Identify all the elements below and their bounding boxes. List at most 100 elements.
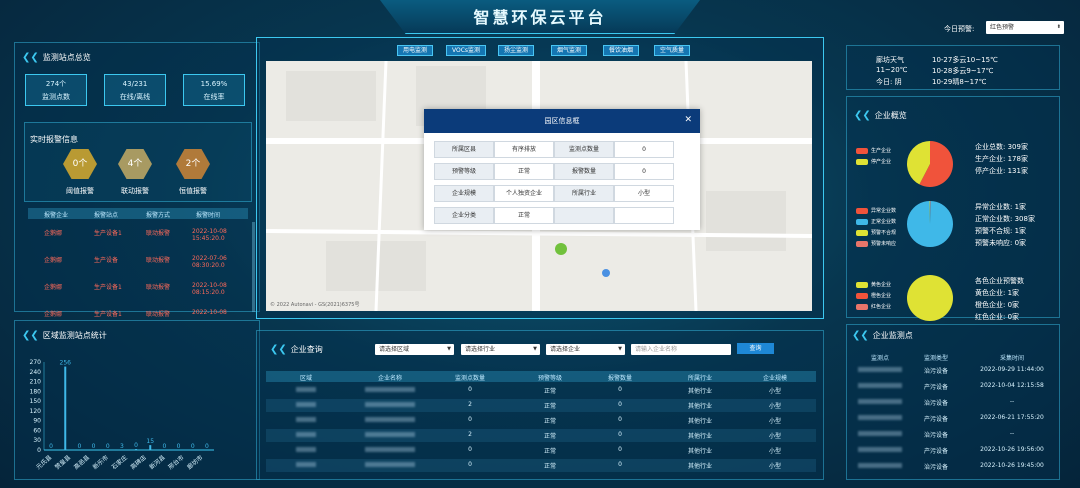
region-bar-chart: 030609012015018021024027002560 0 0 3 0150 0 0 0… (30, 359, 214, 471)
badge-threshold-label: 阈值报警 (66, 187, 94, 195)
alarm-col-site: 报警站点 (94, 212, 119, 219)
enterprise-stat: 异常企业数: 1家 (975, 203, 1027, 211)
alarm-time-date: 2022-10-08 (192, 282, 227, 289)
y-tick-label: 0 (37, 447, 41, 454)
query-cell: 正常 (543, 388, 557, 395)
enterprise-stat: 黄色企业: 1家 (975, 289, 1020, 297)
legend-swatch (856, 293, 868, 299)
alarm-col-company: 报警企业 (44, 212, 69, 219)
tab-dust[interactable]: 扬尘监测 (498, 45, 535, 56)
monitor-time: 2022-09-29 11:44:00 (980, 366, 1044, 373)
y-tick-label: 210 (30, 379, 42, 386)
region-select[interactable]: 请选择区域 ▼ (375, 344, 454, 355)
alarm-company: 企鹅娜 (44, 284, 63, 291)
query-cell: 其他行业 (687, 418, 713, 425)
table-row[interactable] (266, 444, 816, 457)
query-cell: 小型 (768, 388, 782, 395)
tab-air[interactable]: 空气质量 (654, 45, 691, 56)
stat-online-offline: 43/231 在线/离线 (104, 74, 166, 106)
bar-value-label: 0 (177, 443, 181, 450)
y-tick-label: 60 (33, 427, 41, 434)
query-col-header: 企业名称 (377, 375, 403, 382)
today-warning-select[interactable]: 红色预警 ⬍ (986, 21, 1064, 34)
map-marker-icon (555, 243, 567, 255)
modal-value: 正常 (494, 163, 554, 180)
bar-value-label: 0 (92, 443, 96, 450)
search-button[interactable]: 查询 (737, 343, 774, 354)
company-search-input[interactable]: 请输入企业名称 (631, 344, 731, 355)
table-row[interactable] (266, 429, 816, 442)
alarm-col-time: 报警时间 (196, 212, 221, 219)
monitor-time: 2022-10-26 19:45:00 (980, 462, 1044, 469)
legend-label: 异常企业数 (871, 208, 897, 214)
monitor-type: 治污设备 (923, 368, 949, 375)
query-cell: 其他行业 (687, 403, 713, 410)
alarm-time-date: 2022-10-08 (192, 228, 227, 235)
blurred-cell (365, 462, 415, 467)
tab-restaurant[interactable]: 餐饮油烟 (603, 45, 640, 56)
park-info-modal: 园区信息框 ✕ 所属区县 有序排放 监测点数量 0 预警等级 正常 报警数量 0 企业规模 个人独… (424, 109, 700, 230)
query-cell: 小型 (768, 463, 782, 470)
bar-value-label: 0 (191, 443, 195, 450)
today-warning-label: 今日预警: (944, 25, 975, 33)
query-col-header: 企业规模 (762, 375, 788, 382)
enterprise-stat: 预警未响应: 0家 (975, 239, 1027, 247)
query-cell: 2 (468, 401, 472, 408)
stat-monitor-count: 274个 监测点数 (25, 74, 87, 106)
alarm-method: 联动报警 (146, 230, 171, 237)
enterprise-stat: 企业总数: 309家 (975, 143, 1028, 151)
industry-select[interactable]: 请选择行业 ▼ (461, 344, 540, 355)
legend-swatch (856, 159, 868, 165)
enterprise-stat: 各色企业预警数 (975, 277, 1024, 285)
company-select[interactable]: 请选择企业 ▼ (546, 344, 625, 355)
blurred-cell (858, 367, 902, 372)
modal-key (554, 207, 614, 224)
close-icon[interactable]: ✕ (684, 115, 692, 125)
blurred-cell (858, 415, 902, 420)
legend-label: 预警未响应 (871, 241, 897, 247)
query-cell: 正常 (543, 403, 557, 410)
blurred-cell (365, 432, 415, 437)
tab-power[interactable]: 用电监测 (397, 45, 434, 56)
y-tick-label: 30 (33, 437, 41, 444)
blurred-cell (858, 447, 902, 452)
query-cell: 小型 (768, 433, 782, 440)
blurred-cell (296, 432, 316, 437)
chevron-double-icon: ❮❮ (22, 52, 39, 63)
overview-title: ❮❮ 监测站点总览 (22, 52, 91, 63)
alarm-time-clock: 15:45:20.0 (192, 235, 225, 242)
modal-key: 报警数量 (554, 163, 614, 180)
legend-swatch (856, 219, 868, 225)
today-warning-value: 红色预警 (990, 24, 1015, 31)
table-row[interactable] (266, 414, 816, 427)
table-row[interactable] (266, 399, 816, 412)
legend-swatch (856, 241, 868, 247)
alarm-time-date: 2022-10-08 (192, 309, 227, 316)
map-copyright: © 2022 Autonavi - GS(2021)6375号 (270, 302, 360, 308)
pie-chart-2 (907, 201, 953, 247)
pie-chart-1 (907, 141, 953, 187)
legend-label: 黄色企业 (871, 282, 892, 288)
x-tick-label: 新乐市 (91, 453, 110, 471)
monitor-type: 产污设备 (923, 416, 949, 423)
query-col-header: 区域 (299, 375, 313, 382)
tab-vocs[interactable]: VOCs监测 (446, 45, 487, 56)
alarm-scrollbar[interactable] (252, 222, 255, 312)
query-cell: 0 (468, 386, 472, 393)
bar-value-label: 15 (146, 438, 154, 445)
blurred-cell (365, 402, 415, 407)
query-cell: 2 (468, 431, 472, 438)
modal-value: 个人独资企业 (494, 185, 554, 202)
alarm-site: 生产设备 (94, 257, 119, 264)
monitor-time: -- (1009, 430, 1015, 437)
alarm-company: 企鹅娜 (44, 257, 63, 264)
x-tick-label: 新河县 (148, 453, 167, 471)
alarm-site: 生产设备1 (94, 284, 122, 291)
monitor-col-header: 监测类型 (923, 355, 949, 362)
tab-smoke[interactable]: 烟气监测 (551, 45, 588, 56)
table-row[interactable] (266, 459, 816, 472)
query-cell: 0 (618, 386, 622, 393)
x-tick-label: 廊坊市 (185, 453, 204, 471)
table-row[interactable] (266, 384, 816, 397)
weather-day: 11~20℃ (876, 66, 908, 74)
